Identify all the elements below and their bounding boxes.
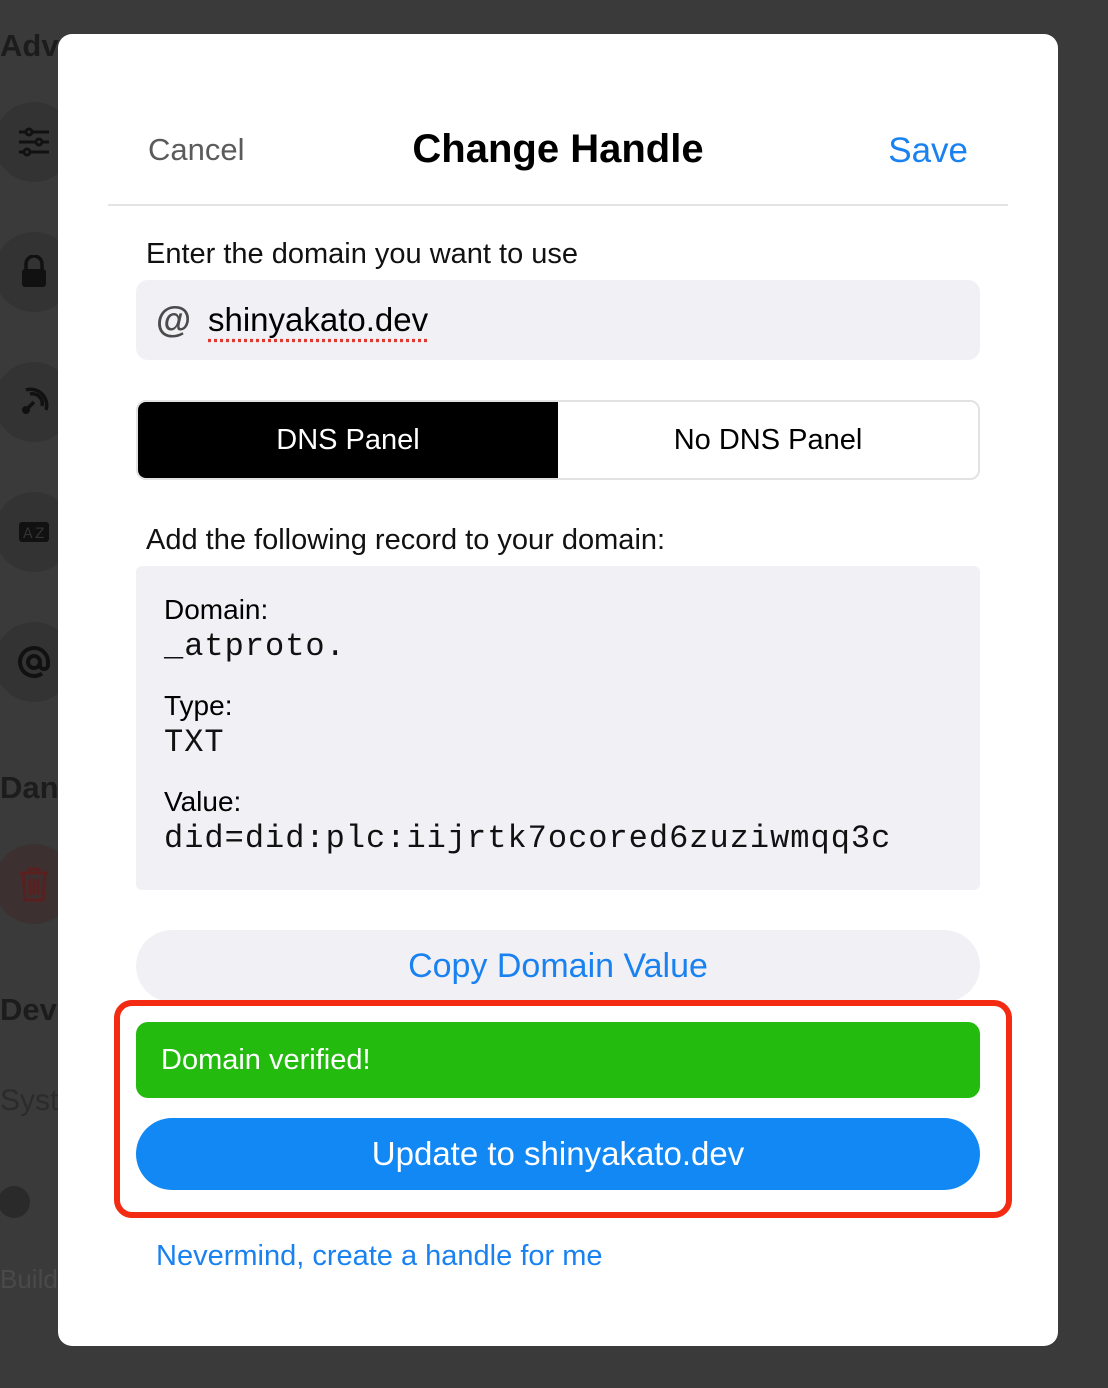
record-domain-value: _atproto. — [164, 628, 346, 665]
record-type-value: TXT — [164, 724, 225, 761]
dns-panel-segmented-control: DNS Panel No DNS Panel — [136, 400, 980, 480]
bg-section-heading-developer: Dev — [0, 992, 57, 1027]
modal-header: Cancel Change Handle Save — [108, 114, 1008, 206]
record-domain-label: Domain: — [164, 594, 269, 625]
segment-no-dns-panel[interactable]: No DNS Panel — [558, 402, 978, 478]
bg-system-text: Syst — [0, 1084, 59, 1117]
modal-title: Change Handle — [412, 127, 704, 171]
bg-section-heading-advanced: Adv — [0, 28, 59, 63]
bg-toggle-knob — [0, 1186, 30, 1218]
at-sign-icon: @ — [156, 299, 192, 340]
domain-verified-text: Domain verified! — [161, 1043, 371, 1076]
bg-build-text: Build — [0, 1264, 58, 1294]
domain-input-value[interactable]: shinyakato.dev — [208, 301, 428, 339]
create-handle-for-me-link[interactable]: Nevermind, create a handle for me — [156, 1240, 603, 1273]
svg-text:Z: Z — [35, 526, 45, 542]
update-handle-button[interactable]: Update to shinyakato.dev — [136, 1118, 980, 1190]
bg-section-heading-danger: Dan — [0, 770, 59, 805]
save-button[interactable]: Save — [888, 131, 968, 171]
domain-prompt-label: Enter the domain you want to use — [146, 238, 579, 270]
domain-verified-banner: Domain verified! — [136, 1022, 980, 1098]
record-value-label: Value: — [164, 786, 242, 817]
segment-dns-panel[interactable]: DNS Panel — [138, 402, 558, 478]
dns-record-box: Domain: _atproto. Type: TXT Value: did=d… — [136, 566, 980, 890]
domain-input[interactable]: @ shinyakato.dev — [136, 280, 980, 360]
copy-domain-value-button[interactable]: Copy Domain Value — [136, 930, 980, 1002]
change-handle-modal: Cancel Change Handle Save Enter the doma… — [58, 34, 1058, 1346]
svg-text:A: A — [23, 526, 33, 542]
record-value-value: did=did:plc:iijrtk7ocored6zuziwmqq3c — [164, 820, 892, 857]
record-instruction-label: Add the following record to your domain: — [146, 524, 666, 556]
record-type-label: Type: — [164, 690, 233, 721]
